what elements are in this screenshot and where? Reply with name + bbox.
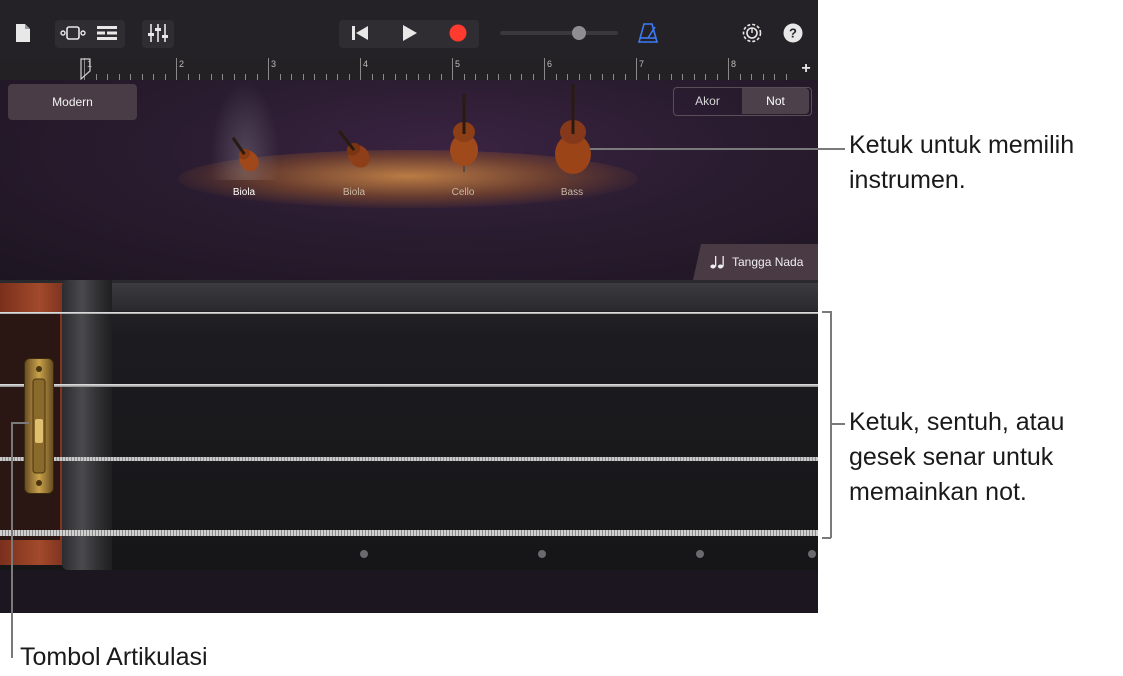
callout-line [11, 422, 13, 658]
bass-icon[interactable] [550, 82, 596, 180]
settings-icon[interactable] [738, 19, 766, 47]
string-1[interactable] [0, 312, 818, 314]
string-3[interactable] [0, 457, 818, 461]
fret-marker [538, 550, 546, 558]
record-icon[interactable] [443, 19, 473, 47]
preset-button[interactable]: Modern [8, 84, 137, 120]
bracket-line [822, 537, 831, 539]
articulation-switch-icon [32, 366, 46, 486]
rewind-icon[interactable] [345, 19, 375, 47]
mode-option-akor[interactable]: Akor [674, 88, 741, 114]
help-icon[interactable]: ? [780, 19, 806, 47]
callout-text: memainkan not. [849, 478, 1027, 506]
ruler-bar-number: 5 [455, 59, 461, 69]
document-icon[interactable] [12, 19, 34, 47]
notes-icon [710, 256, 724, 269]
callout-choose-instrument: Ketuk untuk memilih instrumen. [849, 128, 1074, 198]
nut [62, 280, 112, 570]
fingerboard[interactable] [0, 280, 818, 570]
instrument-label: Cello [451, 187, 475, 198]
callout-text: Ketuk untuk memilih [849, 131, 1075, 159]
scale-button[interactable]: Tangga Nada [693, 244, 818, 280]
tracks-view-icon[interactable] [92, 19, 122, 47]
app-window: ? 12345678 + Modern Akor Not Biola Biola… [0, 0, 818, 613]
ruler-bar-tick [452, 58, 453, 80]
instrument-label: Biola [232, 187, 256, 198]
metronome-icon[interactable] [634, 19, 662, 47]
mixer-icon[interactable] [142, 19, 174, 47]
callout-text: gesek senar untuk [849, 443, 1054, 471]
string-2[interactable] [0, 384, 818, 387]
ruler-bar-number: 8 [731, 59, 737, 69]
fret-marker [696, 550, 704, 558]
view-toggle-icon[interactable] [58, 19, 88, 47]
toolbar: ? [0, 0, 818, 58]
ruler-bar-number: 3 [271, 59, 277, 69]
cello-icon[interactable] [445, 92, 483, 172]
play-icon[interactable] [395, 19, 425, 47]
callout-strings: Ketuk, sentuh, atau gesek senar untuk me… [849, 405, 1064, 510]
ruler-bar-tick [360, 58, 361, 80]
ruler-bar-tick [544, 58, 545, 80]
ruler-bar-tick [176, 58, 177, 80]
scale-button-label: Tangga Nada [732, 255, 804, 269]
ruler-bar-tick [728, 58, 729, 80]
playhead[interactable] [80, 58, 92, 80]
ruler-bar-number: 7 [639, 59, 645, 69]
timeline-ruler[interactable]: 12345678 [0, 58, 818, 81]
bracket-line [830, 311, 832, 538]
callout-line [830, 423, 845, 425]
callout-text: instrumen. [849, 166, 966, 194]
articulation-button[interactable] [24, 358, 54, 494]
callout-text: Ketuk, sentuh, atau [849, 408, 1065, 436]
ruler-bar-number: 4 [363, 59, 369, 69]
fret-marker [360, 550, 368, 558]
instrument-label: Biola [342, 187, 366, 198]
ruler-bar-number: 2 [179, 59, 185, 69]
fingerboard-edge [110, 283, 818, 311]
string-4[interactable] [0, 530, 818, 536]
add-section-button[interactable]: + [796, 60, 816, 78]
volume-slider[interactable] [500, 19, 618, 47]
mode-option-not[interactable]: Not [742, 88, 809, 114]
violin-icon[interactable] [222, 132, 268, 178]
fret-marker [808, 550, 816, 558]
callout-line [590, 148, 845, 150]
ruler-bar-tick [268, 58, 269, 80]
callout-articulation: Tombol Artikulasi [20, 643, 208, 671]
ruler-bar-number: 6 [547, 59, 553, 69]
viola-icon[interactable] [328, 124, 380, 176]
instrument-label: Bass [560, 187, 584, 198]
svg-text:?: ? [789, 26, 797, 41]
ruler-bar-tick [636, 58, 637, 80]
callout-line [11, 422, 29, 424]
